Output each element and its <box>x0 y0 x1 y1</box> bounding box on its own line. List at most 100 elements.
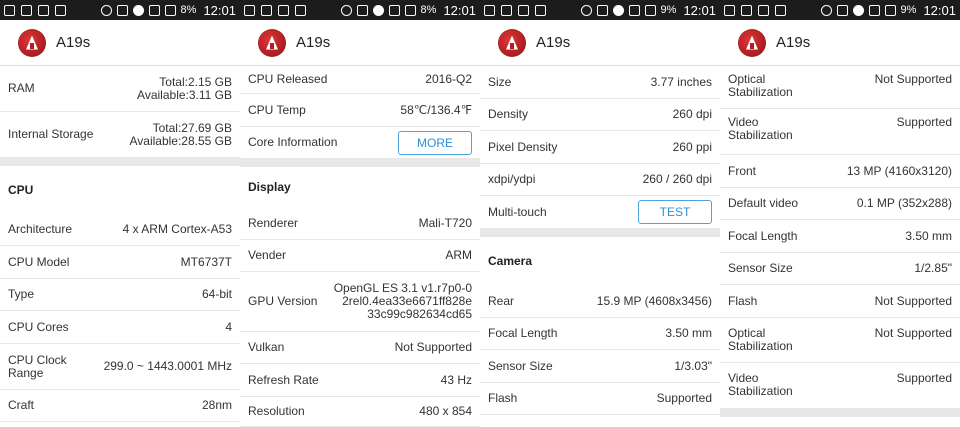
row-label: Renderer <box>248 215 299 230</box>
row-label: Video Stabilization <box>728 371 793 398</box>
more-button[interactable]: MORE <box>398 130 472 155</box>
row-label: Size <box>488 74 512 89</box>
location-icon <box>580 4 592 16</box>
row-value: 3.50 mm <box>905 228 952 243</box>
screen-panel-4: 9% 12:01 A19s Optical Stabilization Not … <box>720 0 960 427</box>
app-bar: A19s <box>720 20 960 66</box>
info-row: Density 260 dpi <box>480 99 720 131</box>
bluetooth-icon <box>836 4 848 16</box>
info-row: RAM Total:2.15 GB Available:3.11 GB <box>0 66 240 112</box>
row-label: CPU Released <box>248 72 328 86</box>
info-row: xdpi/ydpi 260 / 260 dpi <box>480 164 720 196</box>
wifi-icon <box>388 4 400 16</box>
info-row: Focal Length 3.50 mm <box>480 318 720 350</box>
row-value: 64-bit <box>201 287 232 301</box>
row-label: Internal Storage <box>8 127 94 141</box>
section-divider <box>0 158 240 166</box>
app-bar: A19s <box>240 20 480 66</box>
row-value: 299.0 ~ 1443.0001 MHz <box>103 359 232 373</box>
image-icon <box>21 4 32 16</box>
info-row: Vender ARM <box>240 240 480 272</box>
screen-panel-2: 8% 12:01 A19s CPU Released 2016-Q2 CPU T… <box>240 0 480 427</box>
wifi-icon <box>868 4 880 16</box>
do-not-disturb-icon <box>852 4 864 16</box>
info-row: Vulkan Not Supported <box>240 332 480 364</box>
section-title: CPU <box>8 183 34 197</box>
row-value: Total:2.15 GB Available:3.11 GB <box>137 74 232 102</box>
app-bar: A19s <box>0 20 240 66</box>
row-label: Craft <box>8 398 35 412</box>
row-value: Not Supported <box>874 72 952 86</box>
info-row: Pixel Density 260 ppi <box>480 131 720 164</box>
row-value: 1/3.03" <box>674 358 712 373</box>
row-value: 0.1 MP (352x288) <box>856 196 952 210</box>
info-row: Front 13 MP (4160x3120) <box>720 155 960 188</box>
clock: 12:01 <box>683 2 716 18</box>
row-value: 4 x ARM Cortex-A53 <box>122 222 232 236</box>
info-row: Optical Stabilization Not Supported <box>720 66 960 109</box>
row-value: ARM <box>445 248 472 262</box>
app-title: A19s <box>536 34 571 51</box>
info-row: Video Stabilization Supported <box>720 363 960 409</box>
row-value: 260 ppi <box>672 139 712 154</box>
bluetooth-icon <box>356 4 368 16</box>
row-value: 480 x 854 <box>419 404 472 418</box>
row-value: 1/2.85" <box>914 261 952 275</box>
row-value: 2016-Q2 <box>425 72 472 86</box>
info-row: Optical Stabilization Not Supported <box>720 318 960 363</box>
wifi-icon <box>148 4 160 16</box>
row-value: 58℃/136.4℉ <box>400 102 472 117</box>
row-label: Front <box>728 163 757 178</box>
row-label: Vender <box>248 248 287 262</box>
app-logo-icon <box>498 28 526 57</box>
row-label: CPU Temp <box>248 102 306 117</box>
row-label: Optical Stabilization <box>728 72 793 99</box>
wifi-icon <box>628 4 640 16</box>
row-label: Flash <box>728 293 758 308</box>
info-row: Multi-touch TEST <box>480 196 720 229</box>
section-divider <box>720 409 960 417</box>
row-value: 13 MP (4160x3120) <box>846 163 952 178</box>
app-title: A19s <box>776 34 811 51</box>
row-value: 28nm <box>201 398 232 412</box>
row-value: 43 Hz <box>440 372 472 387</box>
row-value: 260 dpi <box>672 107 712 121</box>
screen-panel-3: 9% 12:01 A19s Size 3.77 inches Density 2… <box>480 0 720 427</box>
info-row: GPU Version OpenGL ES 3.1 v1.r7p0-0 2rel… <box>240 272 480 332</box>
notification-icon <box>535 4 546 16</box>
row-label: GPU Version <box>248 294 318 308</box>
clock: 12:01 <box>443 2 476 18</box>
message-icon <box>4 4 15 16</box>
row-label: CPU Model <box>8 254 70 269</box>
row-value: 4 <box>225 319 232 334</box>
battery-percent: 8% <box>420 4 437 16</box>
row-label: CPU Clock Range <box>8 352 67 380</box>
status-bar: 9% 12:01 <box>480 0 720 20</box>
app-title: A19s <box>296 34 331 51</box>
info-row: CPU Model MT6737T <box>0 246 240 279</box>
info-row: CPU Clock Range 299.0 ~ 1443.0001 MHz <box>0 344 240 390</box>
notification-icon <box>775 4 786 16</box>
message-icon <box>724 4 735 16</box>
battery-icon <box>644 4 656 16</box>
status-bar: 8% 12:01 <box>240 0 480 20</box>
row-value: Not Supported <box>394 340 472 354</box>
do-not-disturb-icon <box>132 4 144 16</box>
screen-panel-1: 8% 12:01 A19s RAM Total:2.15 GB Availabl… <box>0 0 240 427</box>
section-divider <box>240 159 480 167</box>
row-label: Rear <box>488 293 515 308</box>
info-row: CPU Cores 4 <box>0 311 240 344</box>
row-label: Sensor Size <box>488 358 553 373</box>
clock: 12:01 <box>923 2 956 18</box>
image-icon <box>501 4 512 16</box>
battery-icon <box>884 4 896 16</box>
row-label: Focal Length <box>488 326 558 340</box>
test-button[interactable]: TEST <box>638 200 712 224</box>
row-value: 15.9 MP (4608x3456) <box>596 293 712 308</box>
row-value: Supported <box>896 371 952 385</box>
row-label: Density <box>488 107 529 121</box>
notification-icon <box>295 4 306 16</box>
row-value: Total:27.69 GB Available:28.55 GB <box>129 120 232 148</box>
row-value: 3.50 mm <box>665 326 712 340</box>
row-label: Focal Length <box>728 228 798 243</box>
